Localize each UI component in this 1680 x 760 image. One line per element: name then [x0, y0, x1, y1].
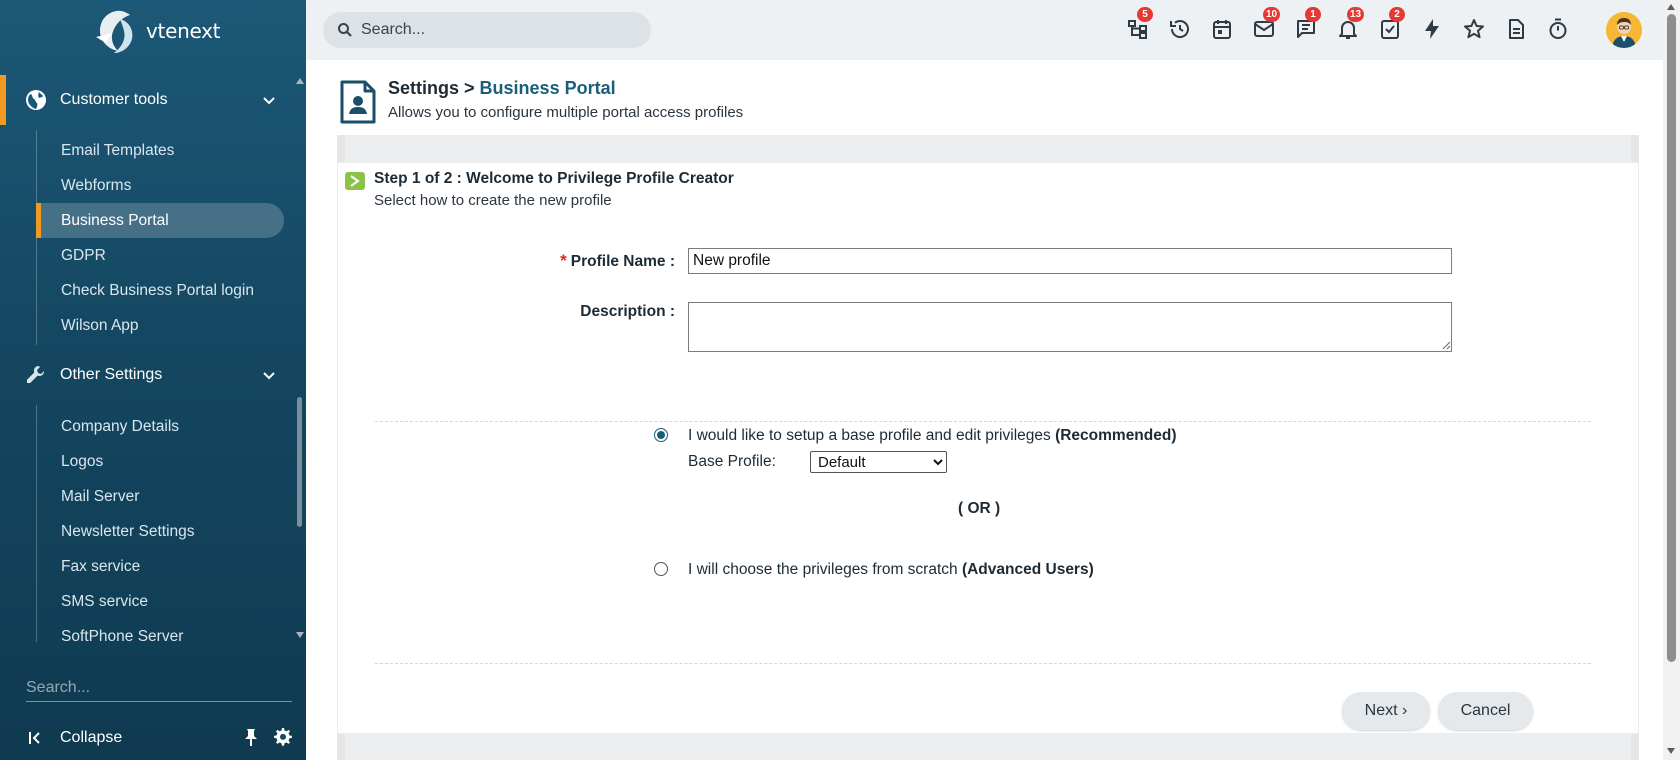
profile-document-icon — [340, 80, 376, 124]
chevron-down-icon — [263, 372, 275, 380]
scroll-up-arrow-icon[interactable] — [1667, 4, 1675, 10]
pin-icon[interactable] — [242, 727, 260, 747]
sidebar-item-fax-service[interactable]: Fax service — [36, 549, 284, 584]
base-profile-label: Base Profile: — [688, 453, 776, 470]
page-title: Settings > Business Portal — [388, 78, 616, 99]
gear-icon[interactable] — [273, 727, 293, 747]
vtenext-logo-icon — [96, 10, 133, 53]
step-subtitle: Select how to create the new profile — [374, 192, 612, 209]
notification-badge: 1 — [1305, 7, 1321, 22]
scrollbar-thumb[interactable] — [297, 397, 302, 527]
sidebar-item-newsletter-settings[interactable]: Newsletter Settings — [36, 514, 284, 549]
sidebar-item-business-portal[interactable]: Business Portal — [36, 203, 284, 238]
timer-icon[interactable] — [1546, 17, 1570, 41]
cancel-button[interactable]: Cancel — [1438, 692, 1533, 730]
page-subtitle: Allows you to configure multiple portal … — [388, 104, 744, 121]
sidebar-item-mail-server[interactable]: Mail Server — [36, 479, 284, 514]
active-section-accent — [0, 75, 6, 125]
sidebar-section-other-settings[interactable]: Other Settings — [0, 350, 292, 400]
document-icon[interactable] — [1504, 17, 1528, 41]
card-header-band — [337, 135, 1639, 163]
sidebar-item-email-templates[interactable]: Email Templates — [36, 133, 284, 168]
notification-badge: 10 — [1263, 7, 1281, 22]
sidebar-section-customer-tools[interactable]: Customer tools — [0, 75, 292, 125]
globe-icon — [26, 90, 46, 110]
profile-name-field[interactable] — [688, 248, 1452, 274]
sidebar-section-label: Customer tools — [60, 91, 168, 108]
notification-badge: 2 — [1389, 7, 1405, 22]
sidebar-item-logos[interactable]: Logos — [36, 444, 284, 479]
sidebar-item-softphone-server[interactable]: SoftPhone Server — [36, 619, 284, 643]
card-footer-band — [337, 734, 1639, 760]
sidebar-scrollbar[interactable] — [295, 75, 304, 642]
mail-icon[interactable]: 10 — [1252, 7, 1281, 41]
sidebar-section-label: Other Settings — [60, 366, 163, 383]
footer-divider — [375, 663, 1591, 664]
sidebar-item-check-business-portal-login[interactable]: Check Business Portal login — [36, 273, 284, 308]
scrollbar-thumb[interactable] — [1667, 14, 1676, 662]
window-scrollbar[interactable] — [1663, 0, 1680, 760]
or-separator: ( OR ) — [958, 500, 1001, 517]
required-asterisk: * — [560, 251, 567, 270]
option-scratch-label[interactable]: I will choose the privileges from scratc… — [688, 561, 1094, 579]
base-profile-select[interactable]: Default — [810, 451, 947, 473]
sidebar-item-sms-service[interactable]: SMS service — [36, 584, 284, 619]
step-title: Step 1 of 2 : Welcome to Privilege Profi… — [374, 170, 734, 187]
scratch-radio[interactable] — [654, 562, 668, 576]
scroll-up-arrow-icon[interactable] — [296, 78, 304, 84]
tasks-icon[interactable]: 2 — [1378, 7, 1405, 41]
description-label: Description : — [580, 303, 675, 320]
breadcrumb-current[interactable]: Business Portal — [480, 78, 616, 98]
sidebar-item-company-details[interactable]: Company Details — [36, 409, 284, 444]
star-icon[interactable] — [1462, 17, 1486, 41]
wrench-icon — [27, 366, 44, 383]
breadcrumb-root[interactable]: Settings > — [388, 78, 475, 98]
step-arrow-icon — [345, 172, 365, 190]
calendar-icon[interactable] — [1210, 17, 1234, 41]
collapse-row: Collapse — [0, 722, 306, 754]
sidebar: vtenext Customer tools Email Templates W… — [0, 0, 306, 760]
sidebar-item-gdpr[interactable]: GDPR — [36, 238, 284, 273]
collapse-button[interactable]: Collapse — [60, 729, 122, 747]
top-bar: 5 10 1 13 2 — [306, 0, 1663, 60]
global-search[interactable] — [323, 12, 651, 48]
logo-text: vtenext — [146, 19, 221, 43]
profile-wizard-card: Step 1 of 2 : Welcome to Privilege Profi… — [337, 162, 1639, 734]
main-content: Settings > Business Portal Allows you to… — [306, 60, 1663, 760]
resize-grip-icon[interactable] — [1442, 341, 1451, 350]
next-button[interactable]: Next › — [1342, 692, 1430, 730]
history-icon[interactable] — [1168, 17, 1192, 41]
app-logo[interactable]: vtenext — [90, 6, 221, 56]
option-base-profile-label[interactable]: I would like to setup a base profile and… — [688, 427, 1177, 445]
notification-badge: 13 — [1347, 7, 1365, 22]
sidebar-item-wilson-app[interactable]: Wilson App — [36, 308, 284, 343]
bell-icon[interactable]: 13 — [1336, 7, 1365, 41]
description-field[interactable] — [688, 302, 1452, 352]
search-icon — [338, 23, 352, 37]
chevron-down-icon — [263, 97, 275, 105]
user-avatar[interactable] — [1606, 12, 1642, 48]
scroll-down-arrow-icon[interactable] — [296, 632, 304, 638]
base-profile-radio[interactable] — [654, 428, 668, 442]
collapse-icon[interactable] — [28, 730, 44, 746]
sidebar-menu: Customer tools Email Templates Webforms … — [0, 75, 292, 642]
scroll-down-arrow-icon[interactable] — [1667, 748, 1675, 754]
profile-name-label: * Profile Name : — [560, 251, 675, 270]
chat-icon[interactable]: 1 — [1294, 7, 1321, 41]
global-search-input[interactable] — [361, 19, 641, 41]
sidebar-item-webforms[interactable]: Webforms — [36, 168, 284, 203]
section-divider — [375, 421, 1591, 422]
hierarchy-icon[interactable]: 5 — [1126, 7, 1153, 41]
bolt-icon[interactable] — [1420, 17, 1444, 41]
notification-badge: 5 — [1137, 7, 1153, 22]
sidebar-search-input[interactable] — [26, 674, 292, 702]
